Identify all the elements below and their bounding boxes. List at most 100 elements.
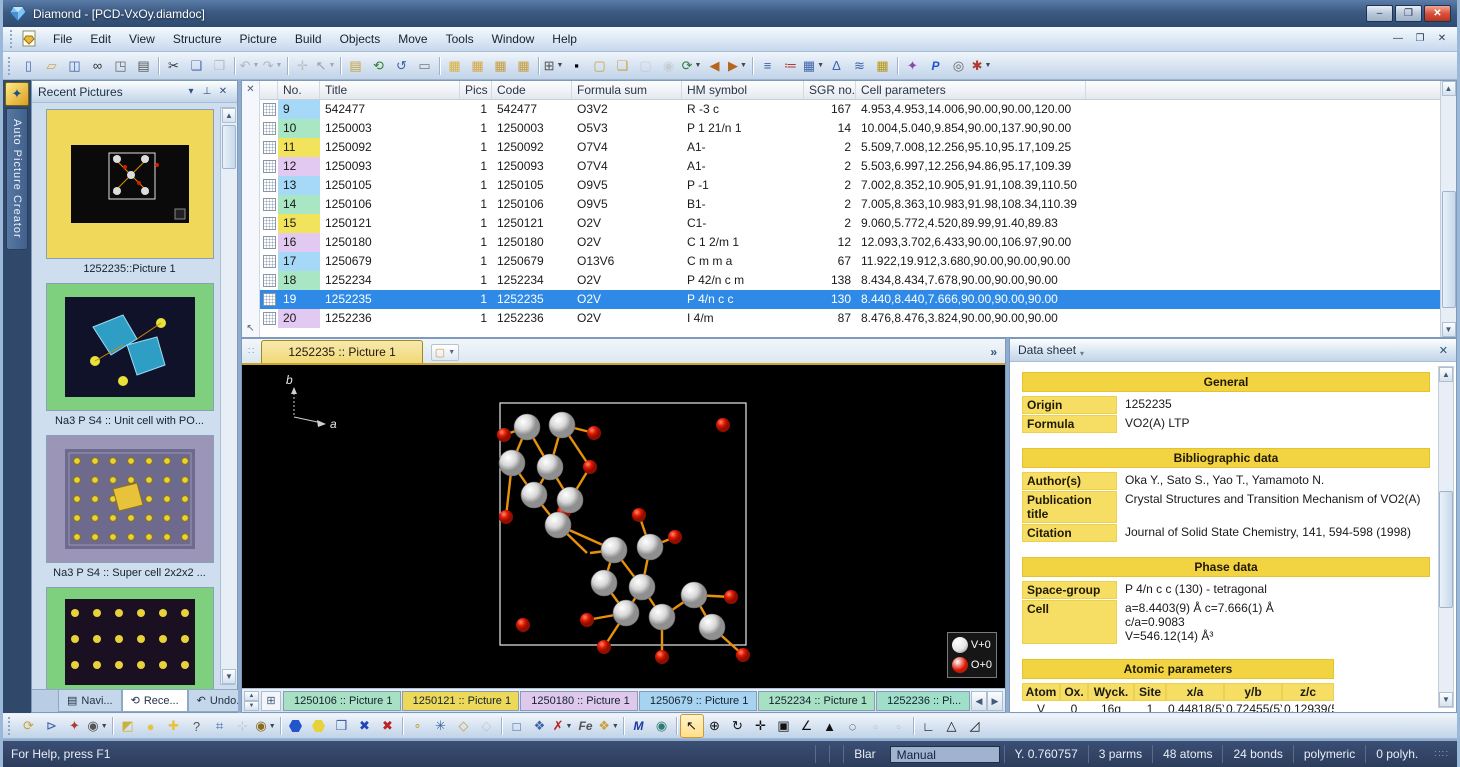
picture-tab-1250679[interactable]: 1250679 :: Picture 1	[639, 691, 757, 711]
tab-overflow-icon[interactable]: »	[982, 345, 1005, 363]
tab-scroll-spinner[interactable]: ▲▼	[244, 691, 259, 711]
print-preview-icon[interactable]: ◳	[110, 55, 132, 77]
data-sheet-close-icon[interactable]: ✕	[1439, 344, 1448, 357]
column-header-title[interactable]: Title	[320, 81, 460, 99]
distances-plot-icon[interactable]: ∆	[826, 55, 848, 77]
picture-view-icon[interactable]: ▪	[566, 55, 588, 77]
table-edit-icon[interactable]: ▦	[467, 55, 489, 77]
polygon-blue-icon[interactable]	[285, 715, 307, 737]
unit-cell-box-icon[interactable]: □	[506, 715, 528, 737]
menu-view[interactable]: View	[120, 29, 164, 49]
next-picture-icon[interactable]: ▶▼	[727, 55, 749, 77]
data-table-icon[interactable]: ▦	[872, 55, 894, 77]
assistant-wizard-icon[interactable]: ✦	[902, 55, 924, 77]
table-row-1250093[interactable]: 12125009311250093O7V4A1-25.503,6.997,12.…	[260, 157, 1456, 176]
thumbnail-picture[interactable]	[46, 283, 214, 411]
table-row-1250003[interactable]: 10125000311250003O5V3P 1 21/n 11410.004,…	[260, 119, 1456, 138]
spin-mode-icon[interactable]: ◌	[842, 715, 864, 737]
table-row-1252235[interactable]: 19125223511252235O2VP 4/n c c1308.440,8.…	[260, 290, 1456, 309]
maximize-button[interactable]: ❐	[1395, 5, 1422, 22]
table-row-1250121[interactable]: 15125012111250121O2VC1-29.060,5.772,4.52…	[260, 214, 1456, 233]
coordination-icon[interactable]: ✳	[430, 715, 452, 737]
save-icon[interactable]: ◫	[64, 55, 86, 77]
scrollbar-thumb[interactable]	[1442, 191, 1456, 309]
picture-tab-1250180[interactable]: 1250180 :: Picture 1	[520, 691, 638, 711]
menu-picture[interactable]: Picture	[231, 29, 286, 49]
print-icon[interactable]: ▤	[133, 55, 155, 77]
panel-pin-icon[interactable]: ⊥	[199, 86, 215, 97]
minimize-button[interactable]: –	[1366, 5, 1393, 22]
close-button[interactable]: ✕	[1424, 5, 1451, 22]
measure-angle-icon[interactable]: △	[941, 715, 963, 737]
auto-picture-creator-icon[interactable]: ⟳	[18, 715, 40, 737]
fe-atom-label-icon[interactable]: Fe	[575, 715, 597, 737]
atom-help-icon[interactable]: ?	[186, 715, 208, 737]
table-row-1250679[interactable]: 17125067911250679O13V6C m m a6711.922,19…	[260, 252, 1456, 271]
new-picture-button[interactable]: ▢ ▼	[431, 344, 459, 361]
polygon-yellow-icon[interactable]	[308, 715, 330, 737]
cut-icon[interactable]: ✂	[163, 55, 185, 77]
menu-objects[interactable]: Objects	[331, 29, 390, 49]
copy-picture-icon[interactable]: ❏	[612, 55, 634, 77]
table-row-1250105[interactable]: 13125010511250105O9V5P -127.002,8.352,10…	[260, 176, 1456, 195]
table-collapse-icon[interactable]: ↖	[246, 323, 254, 334]
select-pointer-icon[interactable]: ↖	[681, 715, 703, 737]
data-grid-icon[interactable]: ▦▼	[803, 55, 825, 77]
tab-grid-icon[interactable]: ⊞	[261, 691, 281, 711]
panel-tab-navi[interactable]: ▤Navi...	[58, 690, 122, 712]
scrollbar-thumb[interactable]	[222, 125, 236, 169]
thumbnail-picture[interactable]	[46, 435, 214, 563]
tabs-scroll-right-icon[interactable]: ▶	[987, 691, 1003, 711]
scroll-up-icon[interactable]: ▲	[1442, 81, 1456, 96]
menu-file[interactable]: File	[44, 29, 81, 49]
tools-assistant-icon[interactable]: ✦	[64, 715, 86, 737]
angle-mode-icon[interactable]: ∠	[796, 715, 818, 737]
table-row-1250106[interactable]: 14125010611250106O9V5B1-27.005,8.363,10.…	[260, 195, 1456, 214]
open-folder-icon[interactable]: ▱	[41, 55, 63, 77]
copy-icon[interactable]: ❏	[186, 55, 208, 77]
previous-picture-icon[interactable]: ◀	[704, 55, 726, 77]
camera-icon[interactable]: ◎	[948, 55, 970, 77]
mdi-minimize-button[interactable]: —	[1387, 31, 1409, 47]
find-icon[interactable]: ∞	[87, 55, 109, 77]
tilt-mode-icon[interactable]: ▲	[819, 715, 841, 737]
datasheet-scrollbar[interactable]: ▲ ▼	[1438, 366, 1454, 708]
new-document-icon[interactable]: ▯	[18, 55, 40, 77]
scroll-up-icon[interactable]: ▲	[1439, 367, 1453, 382]
cell-edges-icon[interactable]: ⌗	[209, 715, 231, 737]
menu-build[interactable]: Build	[286, 29, 331, 49]
powder-pattern-icon[interactable]: ≋	[849, 55, 871, 77]
picture-tab-1252236[interactable]: 1252236 :: Pi...	[876, 691, 970, 711]
column-header-no[interactable]: No.	[278, 81, 320, 99]
add-atom-icon[interactable]: ✚	[163, 715, 185, 737]
toolbar-grip[interactable]	[8, 57, 14, 75]
navigation-pane-icon[interactable]: ▤	[345, 55, 367, 77]
scroll-down-icon[interactable]: ▼	[222, 669, 236, 684]
undo-pane-icon[interactable]: ↺	[391, 55, 413, 77]
p-label-icon[interactable]: P	[925, 55, 947, 77]
menubar-grip[interactable]	[10, 30, 15, 48]
molecule-m-icon[interactable]: M	[628, 715, 650, 737]
settings-icon[interactable]: ✱▼	[971, 55, 993, 77]
resize-grip-icon[interactable]: ∷∷	[1434, 749, 1449, 760]
properties-list-icon[interactable]: ≔	[780, 55, 802, 77]
fill-color-icon[interactable]: ◩	[117, 715, 139, 737]
remove-polyhedra-blue-icon[interactable]: ✖	[354, 715, 376, 737]
auto-picture-creator-tab[interactable]: Auto Picture Creator	[6, 108, 28, 250]
menu-structure[interactable]: Structure	[164, 29, 231, 49]
grid-view-icon[interactable]: ⊞▼	[543, 55, 565, 77]
column-header-hm[interactable]: HM symbol	[682, 81, 804, 99]
measure-torsion-icon[interactable]: ◿	[964, 715, 986, 737]
scroll-down-icon[interactable]: ▼	[1442, 322, 1456, 337]
scroll-up-icon[interactable]: ▲	[222, 108, 236, 123]
polyhedra-icon[interactable]: ❒	[331, 715, 353, 737]
axes-icon[interactable]: ❖	[529, 715, 551, 737]
rotate-xyz-icon[interactable]: ⊕	[704, 715, 726, 737]
table-new-icon[interactable]: ▦	[444, 55, 466, 77]
resize-mode-icon[interactable]: ▣	[773, 715, 795, 737]
table-row-1252236[interactable]: 20125223611252236O2VI 4/m878.476,8.476,3…	[260, 309, 1456, 328]
datasheet-pane-icon[interactable]: ▭	[414, 55, 436, 77]
panel-dropdown-icon[interactable]: ▾	[183, 86, 199, 97]
tab-picture-1252235[interactable]: 1252235 :: Picture 1	[261, 340, 422, 363]
column-header-code[interactable]: Code	[492, 81, 572, 99]
